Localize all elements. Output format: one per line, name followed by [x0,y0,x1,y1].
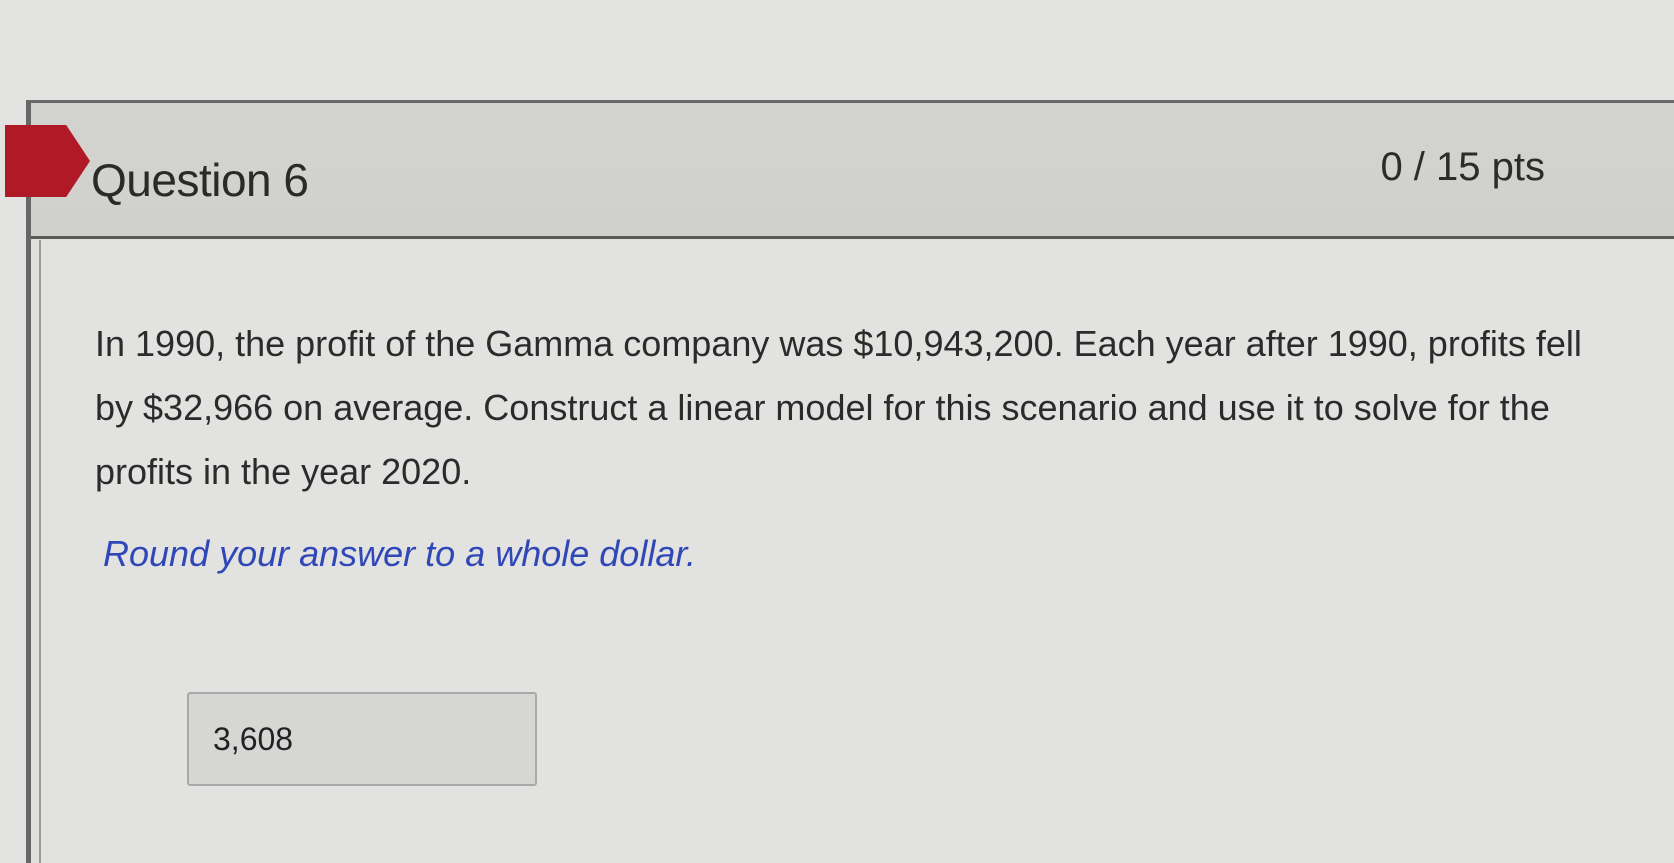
question-points: 0 / 15 pts [1380,145,1545,189]
question-flag-marker [5,125,90,197]
question-header: Question 6 0 / 15 pts [5,103,1674,239]
answer-input[interactable] [187,692,537,786]
question-card: Question 6 0 / 15 pts In 1990, the profi… [5,100,1674,863]
rounding-instruction: Round your answer to a whole dollar. [103,533,696,574]
question-title: Question 6 [91,154,309,206]
question-body: In 1990, the profit of the Gamma company… [39,240,1674,863]
question-text: In 1990, the profit of the Gamma company… [95,323,1582,492]
